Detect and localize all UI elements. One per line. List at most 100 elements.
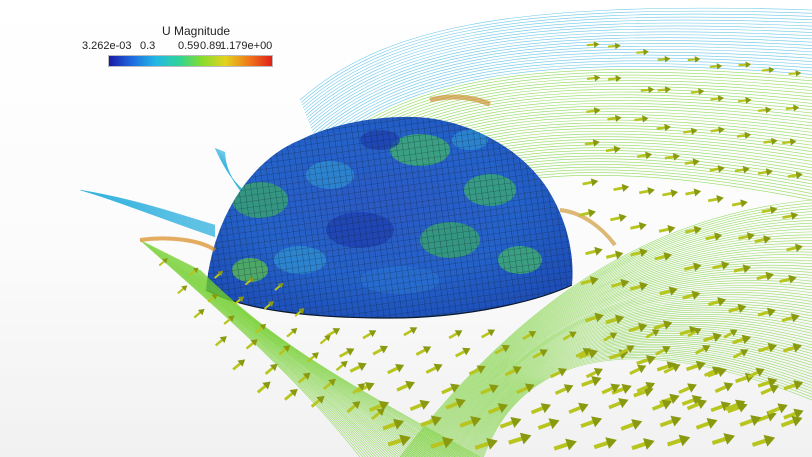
arrow-head xyxy=(563,384,574,394)
velocity-arrow xyxy=(685,225,702,235)
arrow-head xyxy=(419,399,430,410)
velocity-arrow xyxy=(608,398,629,410)
velocity-arrow xyxy=(177,285,188,295)
velocity-arrow xyxy=(638,187,655,196)
velocity-arrow xyxy=(613,183,630,192)
velocity-arrow xyxy=(403,327,418,337)
velocity-arrow xyxy=(335,360,348,372)
velocity-arrow xyxy=(455,347,471,358)
arrow-head xyxy=(462,347,471,356)
arrow-head xyxy=(690,127,698,135)
arrow-head xyxy=(618,398,629,409)
velocity-arrow xyxy=(580,416,603,429)
velocity-arrow xyxy=(695,418,718,430)
arrow-shaft xyxy=(709,65,718,69)
velocity-arrow xyxy=(508,432,532,445)
arrow-shaft xyxy=(731,201,743,207)
velocity-arrow xyxy=(657,55,671,63)
arrow-head xyxy=(718,126,725,134)
arrow-shaft xyxy=(605,148,616,153)
velocity-arrow xyxy=(349,362,367,373)
velocity-arrow xyxy=(738,61,752,68)
velocity-arrow xyxy=(763,137,778,146)
arrow-head xyxy=(613,145,621,154)
arrow-shaft xyxy=(782,214,793,219)
arrow-shaft xyxy=(662,191,673,197)
velocity-arrow xyxy=(731,199,748,208)
arrow-head xyxy=(631,419,643,430)
arrow-head xyxy=(638,221,647,231)
arrow-head xyxy=(368,330,377,338)
velocity-arrow xyxy=(634,115,649,123)
arrow-head xyxy=(717,165,725,173)
arrow-head xyxy=(742,165,750,174)
velocity-arrow xyxy=(687,56,701,63)
arrow-shaft xyxy=(640,88,650,92)
velocity-arrow xyxy=(782,211,799,220)
arrow-shaft xyxy=(586,43,595,47)
arrow-head xyxy=(620,278,630,289)
arrow-shaft xyxy=(638,189,650,195)
velocity-arrow xyxy=(659,415,682,428)
velocity-arrow xyxy=(736,131,752,139)
colorbar-tick-2: 0.59 xyxy=(178,40,200,52)
velocity-arrow xyxy=(582,178,599,187)
arrow-head xyxy=(540,403,551,414)
velocity-arrow xyxy=(396,380,415,392)
velocity-arrow xyxy=(286,328,298,338)
arrow-head xyxy=(454,330,463,338)
velocity-arrow xyxy=(711,433,736,446)
arrow-head xyxy=(593,368,603,377)
arrow-head xyxy=(663,252,672,261)
arrow-head xyxy=(594,74,601,82)
arrow-head xyxy=(768,66,775,74)
arrow-head xyxy=(395,364,405,373)
arrow-head xyxy=(519,432,532,445)
colorbar-min-label: 3.262e-03 xyxy=(82,40,132,52)
arrow-head xyxy=(742,264,752,274)
arrow-head xyxy=(615,114,622,122)
cylinder-dome xyxy=(205,116,573,319)
colorbar-tick-1: 0.3 xyxy=(140,40,156,52)
velocity-arrow xyxy=(441,383,460,395)
arrow-shaft xyxy=(757,170,768,175)
arrow-head xyxy=(346,348,355,356)
velocity-arrow xyxy=(735,372,755,384)
colorbar-max-label: 1.179e+00 xyxy=(220,40,273,52)
arrow-head xyxy=(723,433,736,445)
arrow-head xyxy=(777,403,788,414)
arrow-shaft xyxy=(608,77,617,81)
velocity-arrow xyxy=(372,345,388,356)
velocity-arrow xyxy=(283,388,298,401)
arrow-head xyxy=(605,437,617,449)
arrow-shaft xyxy=(707,197,719,203)
arrow-head xyxy=(621,383,632,395)
arrow-head xyxy=(409,327,418,335)
arrow-shaft xyxy=(738,63,747,67)
arrow-head xyxy=(405,380,415,391)
arrow-shaft xyxy=(636,50,645,54)
arrow-shaft xyxy=(613,186,624,192)
velocity-arrow xyxy=(338,348,355,358)
arrow-head xyxy=(765,271,774,281)
velocity-arrow xyxy=(685,188,702,197)
velocity-arrow xyxy=(554,384,574,395)
arrow-head xyxy=(643,438,655,450)
velocity-arrow xyxy=(586,107,601,115)
velocity-arrow xyxy=(757,106,772,114)
arrow-head xyxy=(590,178,599,187)
arrow-head xyxy=(578,402,589,413)
arrow-head xyxy=(593,107,601,115)
arrow-shaft xyxy=(586,109,596,114)
velocity-arrow xyxy=(585,246,603,256)
velocity-arrow xyxy=(481,329,496,339)
arrow-shaft xyxy=(582,180,593,186)
arrow-head xyxy=(765,106,772,114)
velocity-arrow xyxy=(409,399,430,412)
arrow-head xyxy=(693,188,702,197)
velocity-arrow xyxy=(630,221,647,231)
render-viewport[interactable]: U Magnitude 3.262e-03 0.3 0.59 0.89 1.17… xyxy=(0,0,812,457)
velocity-arrow xyxy=(610,213,627,223)
velocity-arrow xyxy=(662,189,679,198)
arrow-head xyxy=(744,131,752,139)
